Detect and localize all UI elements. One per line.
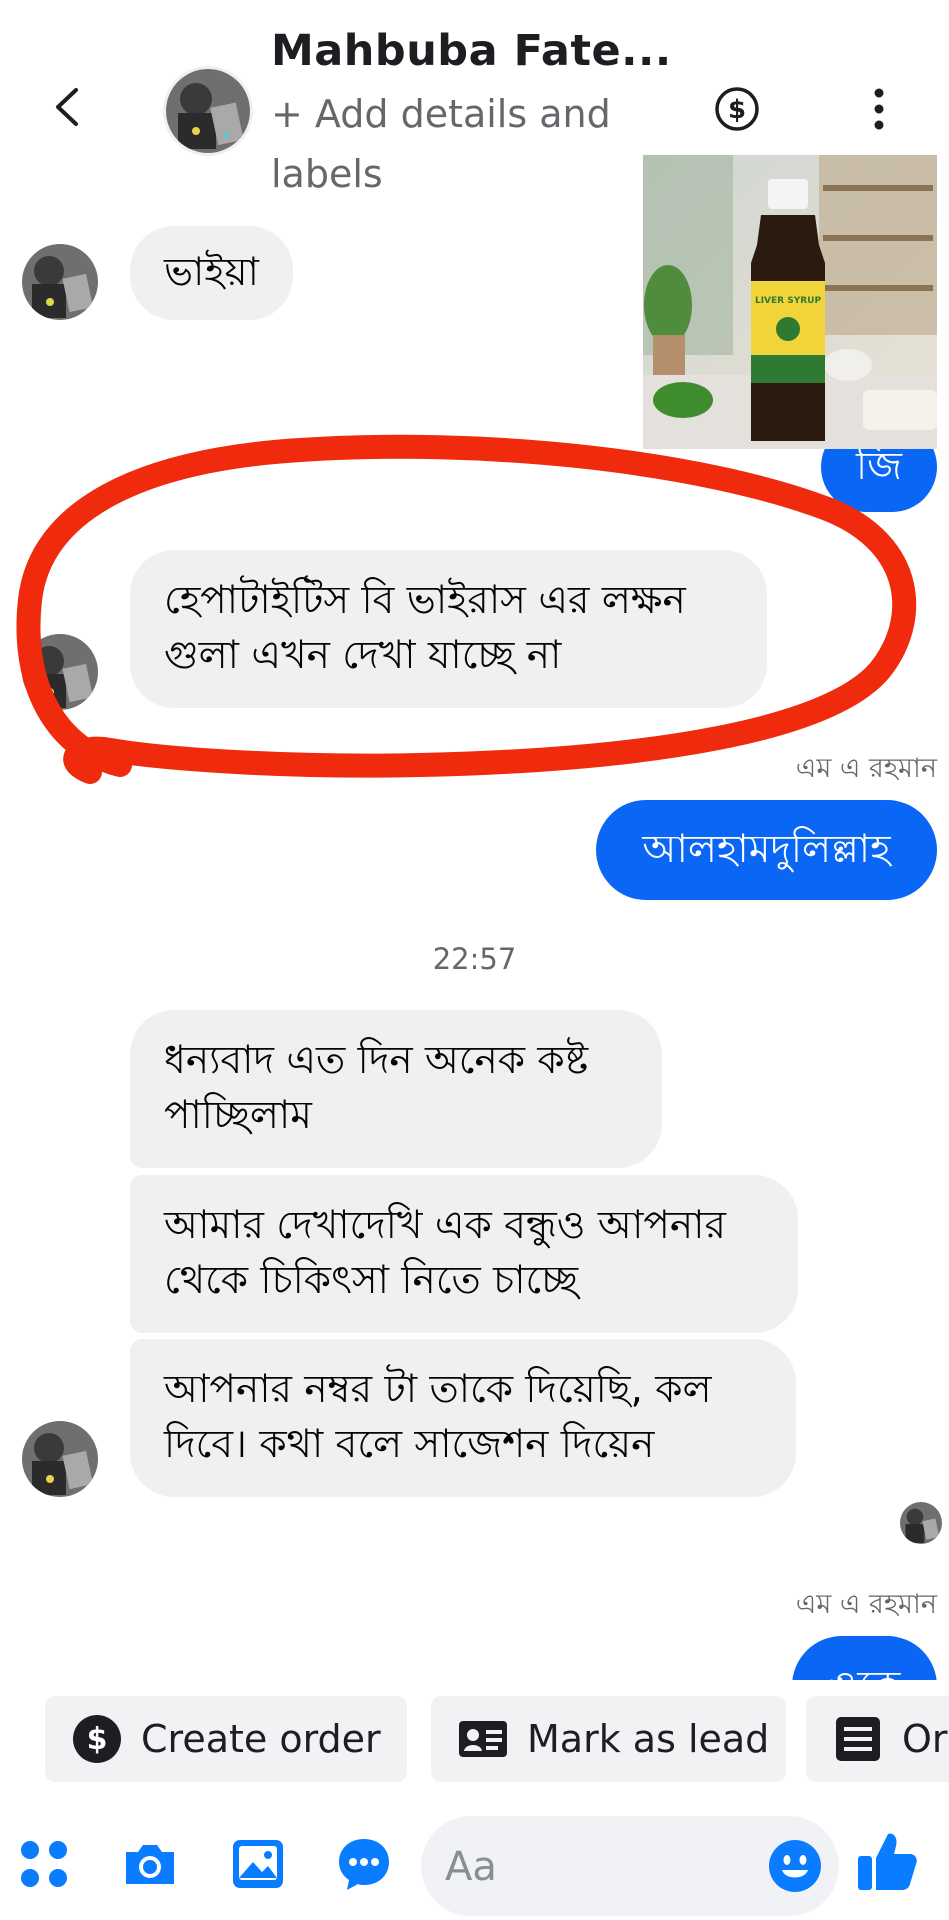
contact-name[interactable]: Mahbuba Fate... (271, 26, 672, 76)
payment-button[interactable]: $ (713, 85, 761, 133)
more-action-label: Or (902, 1717, 948, 1761)
product-label: LIVER SYRUP (755, 296, 821, 306)
product-photo[interactable]: LIVER SYRUP (643, 155, 937, 449)
quick-actions-bar: $ Create order Mark as lead Or (0, 1680, 949, 1800)
more-options-button[interactable] (864, 84, 894, 134)
message-timestamp: 22:57 (432, 942, 517, 976)
mark-as-lead-button[interactable]: Mark as lead (431, 1696, 786, 1782)
list-document-icon (836, 1717, 880, 1761)
message-bubble-incoming[interactable]: আপনার নম্বর টা তাকে দিয়েছি, কল দিবে। কথ… (130, 1339, 796, 1497)
apps-grid-icon[interactable] (14, 1834, 74, 1894)
message-bubble-incoming[interactable]: আমার দেখাদেখি এক বন্ধুও আপনার থেকে চিকিৎ… (130, 1175, 798, 1333)
gallery-icon[interactable] (228, 1834, 288, 1894)
message-composer[interactable] (421, 1816, 839, 1916)
sender-avatar[interactable] (22, 1421, 98, 1497)
sender-name: এম এ রহমান (795, 753, 937, 784)
contact-card-icon (459, 1721, 507, 1757)
chevron-left-icon (56, 88, 78, 126)
svg-text:$: $ (87, 1722, 108, 1757)
create-order-button[interactable]: $ Create order (45, 1696, 407, 1782)
create-order-label: Create order (141, 1717, 381, 1761)
camera-icon[interactable] (120, 1834, 180, 1894)
back-button[interactable] (44, 82, 94, 132)
sender-avatar[interactable] (22, 244, 98, 320)
sender-avatar[interactable] (22, 634, 98, 710)
message-bubble-incoming[interactable]: হেপাটাইটিস বি ভাইরাস এর লক্ষন গুলা এখন দ… (130, 550, 767, 708)
more-action-button[interactable]: Or (806, 1696, 949, 1782)
message-bubble-outgoing[interactable]: আলহামদুলিল্লাহ (596, 800, 937, 900)
svg-text:$: $ (728, 95, 746, 125)
mark-as-lead-label: Mark as lead (527, 1717, 770, 1761)
seen-receipt-avatar (900, 1502, 942, 1544)
add-details-link[interactable]: + Add details and labels (271, 84, 641, 204)
emoji-icon[interactable] (767, 1838, 823, 1894)
message-bubble-incoming[interactable]: ধন্যবাদ এত দিন অনেক কষ্ট পাচ্ছিলাম (130, 1010, 662, 1168)
more-vertical-icon (874, 88, 884, 130)
sender-name: এম এ রহমান (795, 1589, 937, 1620)
chat-bubble-icon[interactable] (334, 1834, 394, 1894)
message-input[interactable] (443, 1834, 747, 1900)
dollar-circle-icon: $ (715, 87, 759, 131)
thumbs-up-icon[interactable] (854, 1828, 920, 1894)
contact-avatar[interactable] (163, 66, 253, 156)
dollar-circle-icon: $ (73, 1715, 121, 1763)
composer-bar (0, 1808, 949, 1920)
message-bubble-incoming[interactable]: ভাইয়া (130, 226, 293, 320)
